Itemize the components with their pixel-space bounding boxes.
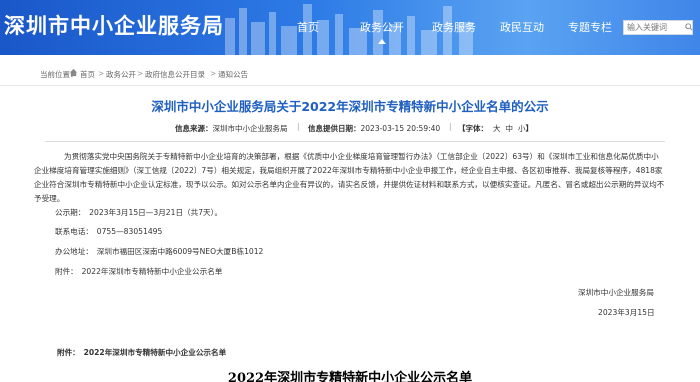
nav-public-interaction[interactable]: 政民互动 xyxy=(500,19,544,35)
search-icon[interactable] xyxy=(685,22,693,32)
title-divider xyxy=(45,141,665,142)
site-logo[interactable]: 深圳市中小企业服务局 xyxy=(4,10,224,40)
font-size-small[interactable]: 小 xyxy=(518,124,526,133)
contact-phone: 联系电话： 0755—83051495 xyxy=(55,227,163,236)
breadcrumb-item-info-catalog[interactable]: 政府信息公开目录 xyxy=(145,69,205,80)
source-value: 深圳市中小企业服务局 xyxy=(212,124,288,133)
font-size-medium[interactable]: 中 xyxy=(506,124,514,133)
nav-government-services[interactable]: 政务服务 xyxy=(432,19,476,35)
nav-special-topics[interactable]: 专题专栏 xyxy=(568,19,612,35)
list-title: 2022年深圳市专精特新中小企业公示名单 xyxy=(227,371,473,382)
breadcrumb-item-home[interactable]: 首页 xyxy=(80,69,95,80)
meta-separator: | xyxy=(297,122,300,131)
signature-org: 深圳市中小企业服务局 xyxy=(578,288,654,297)
date-value: 2023-03-15 20:59:40 xyxy=(360,124,441,133)
breadcrumb-separator: > xyxy=(98,69,105,78)
signature-date: 2023年3月15日 xyxy=(598,308,655,317)
date-label: 信息提供日期： xyxy=(308,124,361,133)
source-label: 信息来源： xyxy=(175,124,213,133)
breadcrumb-separator: > xyxy=(137,69,144,78)
attachment-heading: 附件： 2022年深圳市专精特新中小企业公示名单 xyxy=(57,348,227,357)
search-input[interactable] xyxy=(623,20,693,35)
meta-separator: | xyxy=(449,122,452,131)
article-title: 深圳市中小企业服务局关于2022年深圳市专精特新中小企业名单的公示 xyxy=(151,99,549,114)
font-size-close: 】 xyxy=(525,124,534,133)
breadcrumb-separator: > xyxy=(210,69,217,78)
font-size-large[interactable]: 大 xyxy=(493,124,501,133)
font-size-control: 【字体： 大中小】 xyxy=(458,123,533,134)
article-source: 信息来源：深圳市中小企业服务局 xyxy=(175,123,288,134)
breadcrumb-item-notices[interactable]: 通知公告 xyxy=(218,69,248,80)
breadcrumb-item-government-affairs[interactable]: 政务公开 xyxy=(106,69,136,80)
article-date: 信息提供日期：2023-03-15 20:59:40 xyxy=(308,123,440,134)
attachment-link[interactable]: 附件： 2022年深圳市专精特新中小企业公示名单 xyxy=(55,266,222,277)
nav-government-affairs-disclosure[interactable]: 政务公开 xyxy=(360,19,404,44)
notice-period: 公示期： 2023年3月15日—3月21日（共7天）。 xyxy=(55,208,223,217)
home-icon xyxy=(69,68,78,77)
font-size-label: 【字体： xyxy=(458,124,488,133)
office-address: 办公地址： 深圳市福田区深南中路6009号NEO大厦B栋1012 xyxy=(55,247,264,256)
site-header: 深圳市中小企业服务局 首页 政务公开 政务服务 政民互动 专题专栏 xyxy=(0,0,700,55)
breadcrumb: 当前位置： 首页 > 政务公开 > 政府信息公开目录 > 通知公告 xyxy=(0,62,700,86)
article-paragraph: 为贯彻落实党中央国务院关于专精特新中小企业培育的决策部署，根据《优质中小企业梯度… xyxy=(34,152,665,203)
nav-home[interactable]: 首页 xyxy=(297,19,319,35)
